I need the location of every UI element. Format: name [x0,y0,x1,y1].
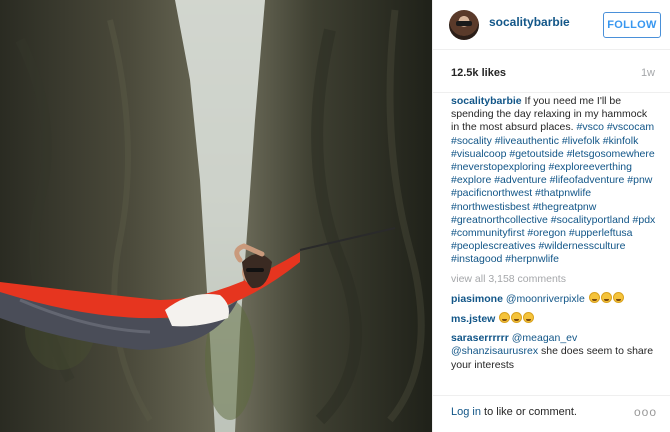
login-link[interactable]: Log in [451,406,481,418]
comment-mention[interactable]: @moonriverpixle [506,293,585,305]
avatar-glasses-detail [456,21,472,26]
post-header: socalitybarbie FOLLOW [433,0,670,50]
comment-item: ms.jstew [451,312,657,326]
more-options-icon[interactable]: ooo [634,405,657,419]
comment-username[interactable]: saraserrrrrr [451,332,509,344]
post-side-panel: socalitybarbie FOLLOW 12.5k likes 1w soc… [432,0,670,432]
likes-row: 12.5k likes 1w [433,50,670,93]
comments-list: socalitybarbie If you need me I'll be sp… [451,95,657,385]
laughing-emoji-icon [612,291,624,303]
caption: socalitybarbie If you need me I'll be sp… [451,95,657,267]
header-username[interactable]: socalitybarbie [489,15,570,29]
login-prompt: Log in to like or comment. [451,406,577,418]
laughing-emoji-icon [523,312,535,324]
hammock-canyon-photo [0,0,432,432]
post-footer: Log in to like or comment. ooo [433,395,670,432]
login-prompt-text: to like or comment. [480,406,577,418]
avatar[interactable] [449,10,479,40]
caption-username[interactable]: socalitybarbie [451,95,522,107]
comment-username[interactable]: piasimone [451,293,503,305]
comment-item: saraserrrrrr @meagan_ev @shanzisaurusrex… [451,332,657,372]
laughing-emoji-icon [499,312,511,324]
post-timestamp[interactable]: 1w [641,67,655,79]
comment-item: piasimone @moonriverpixle [451,291,657,306]
follow-button[interactable]: FOLLOW [603,12,661,38]
instagram-post: socalitybarbie FOLLOW 12.5k likes 1w soc… [0,0,670,432]
likes-count[interactable]: 12.5k likes [451,67,506,79]
caption-hashtags[interactable]: #vsco #vscocam #socality #liveauthentic … [451,121,655,265]
comment-username[interactable]: ms.jstew [451,313,495,325]
laughing-emoji-icon [511,312,523,324]
view-all-comments-link[interactable]: view all 3,158 comments [451,273,657,286]
post-photo[interactable] [0,0,432,432]
laughing-emoji-icon [600,291,612,303]
laughing-emoji-icon [588,291,600,303]
